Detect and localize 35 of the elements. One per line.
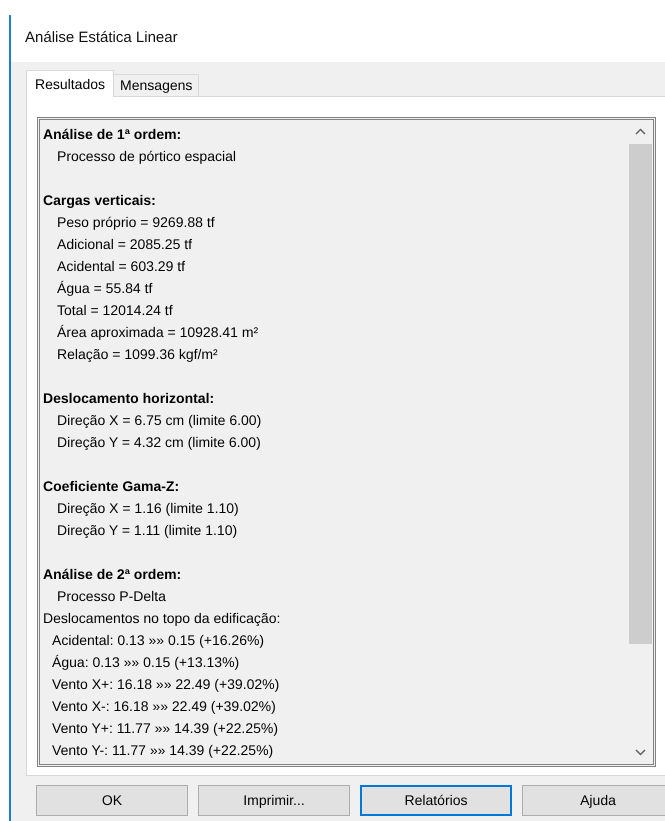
report-line: Deslocamentos no topo da edificação: — [43, 610, 280, 626]
scrollbar-thumb[interactable] — [628, 144, 652, 644]
report-line: Processo de pórtico espacial — [57, 148, 236, 164]
report-line: Direção X = 1.16 (limite 1.10) — [57, 500, 239, 516]
report-line: Área aproximada = 10928.41 m² — [57, 324, 258, 340]
window-title: Análise Estática Linear — [25, 28, 178, 48]
report-line: Adicional = 2085.25 tf — [57, 236, 192, 252]
report-line: Peso próprio = 9269.88 tf — [57, 214, 215, 230]
dialog-button[interactable]: Imprimir... — [198, 785, 350, 816]
report-line: Vento X+: 16.18 »» 22.49 (+39.02%) — [52, 676, 280, 692]
section-heading: Análise de 1ª ordem: — [43, 126, 182, 142]
section-heading: Deslocamento horizontal: — [43, 390, 214, 406]
scroll-up-icon[interactable] — [634, 128, 646, 135]
report-line: Direção Y = 4.32 cm (limite 6.00) — [57, 434, 261, 450]
dialog-button[interactable]: Relatórios — [360, 785, 512, 816]
section-heading: Coeficiente Gama-Z: — [43, 478, 180, 494]
report-line: Acidental: 0.13 »» 0.15 (+16.26%) — [52, 632, 264, 648]
report-line: Vento Y+: 11.77 »» 14.39 (+22.25%) — [52, 720, 278, 736]
report-line: Direção Y = 1.11 (limite 1.10) — [57, 522, 238, 538]
scroll-down-icon[interactable] — [634, 749, 646, 756]
dialog-button[interactable]: Ajuda — [522, 785, 665, 816]
report-line: Água = 55.84 tf — [57, 280, 152, 296]
report-line: Processo P-Delta — [57, 588, 166, 604]
report-line: Total = 12014.24 tf — [57, 302, 173, 318]
section-heading: Análise de 2ª ordem: — [43, 566, 182, 582]
dialog-button[interactable]: OK — [36, 785, 188, 816]
section-heading: Cargas verticais: — [43, 192, 156, 208]
tab[interactable]: Resultados — [26, 70, 114, 97]
report-line: Acidental = 603.29 tf — [57, 258, 186, 274]
report-line: Direção X = 6.75 cm (limite 6.00) — [57, 412, 262, 428]
tab[interactable]: Mensagens — [113, 74, 200, 97]
report-line: Relação = 1099.36 kgf/m² — [57, 346, 218, 362]
report-line: Vento X-: 16.18 »» 22.49 (+39.02%) — [52, 698, 276, 714]
report-line: Água: 0.13 »» 0.15 (+13.13%) — [52, 654, 240, 670]
report-line: Vento Y-: 11.77 »» 14.39 (+22.25%) — [52, 742, 274, 758]
